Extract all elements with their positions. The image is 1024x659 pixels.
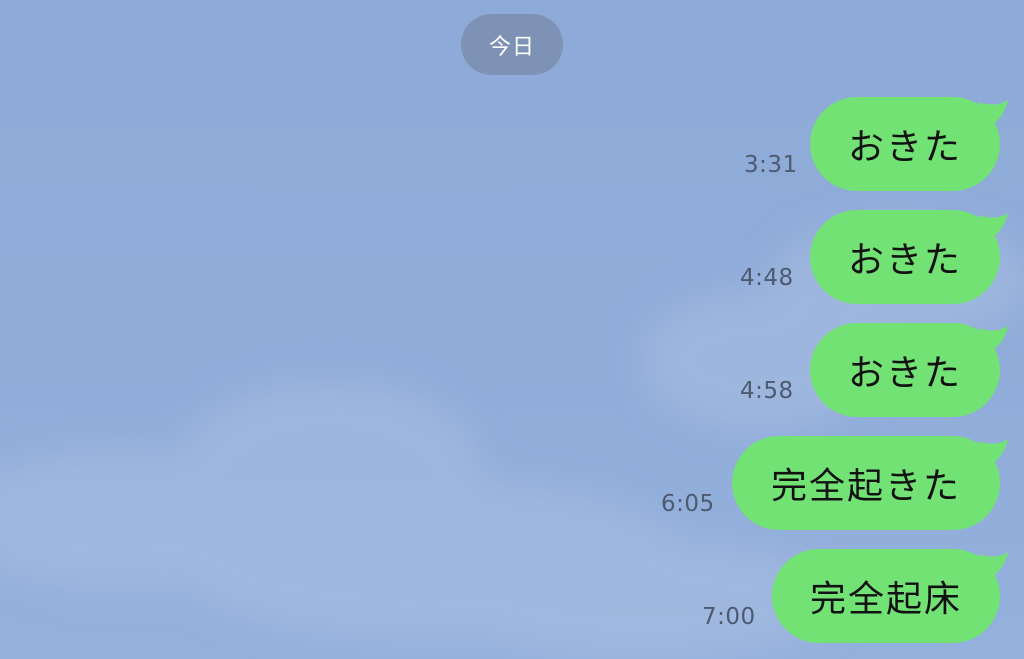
message-timestamp: 7:00 bbox=[702, 604, 756, 630]
outgoing-message-bubble[interactable]: おきた bbox=[810, 210, 1000, 304]
message-timestamp: 4:58 bbox=[740, 378, 794, 404]
outgoing-message-bubble[interactable]: おきた bbox=[810, 97, 1000, 191]
outgoing-message-bubble[interactable]: 完全起床 bbox=[772, 549, 1000, 643]
message-timestamp: 4:48 bbox=[740, 265, 794, 291]
bubble-tail-icon bbox=[978, 100, 1008, 126]
bubble-tail-icon bbox=[978, 326, 1008, 352]
bubble-tail-icon bbox=[978, 213, 1008, 239]
outgoing-message-bubble[interactable]: 完全起きた bbox=[732, 436, 1000, 530]
date-divider: 今日 bbox=[461, 14, 563, 75]
message-timestamp: 6:05 bbox=[661, 491, 715, 517]
bubble-tail-icon bbox=[978, 439, 1008, 465]
message-timestamp: 3:31 bbox=[744, 152, 798, 178]
bubble-tail-icon bbox=[978, 552, 1008, 578]
outgoing-message-bubble[interactable]: おきた bbox=[810, 323, 1000, 417]
